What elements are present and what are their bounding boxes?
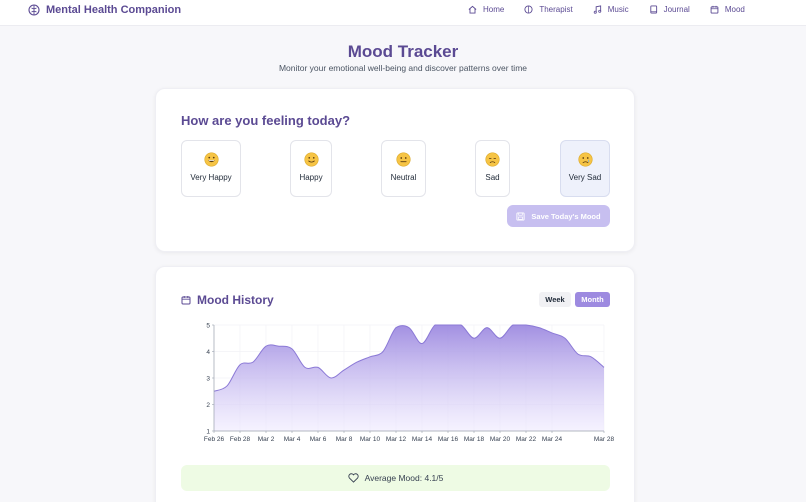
brand-title: Mental Health Companion	[46, 4, 182, 16]
brain-icon	[524, 5, 533, 14]
music-note-icon	[593, 5, 601, 14]
grinning-face-icon	[203, 152, 219, 167]
save-mood-button[interactable]: Save Today's Mood	[507, 205, 610, 227]
page-title: Mood Tracker	[347, 42, 459, 61]
nav-item-mood[interactable]: Mood	[710, 5, 745, 14]
pensive-face-icon	[485, 152, 500, 167]
nav-links: Home Therapist Music Journal Mood	[468, 5, 765, 14]
y-tick-label: 1	[206, 428, 210, 435]
x-tick-label: Mar 20	[490, 436, 511, 443]
x-tick-label: Mar 24	[542, 436, 563, 443]
mood-history-card: Mood History Week Month 1 2 3 4 5 Feb 26 Feb 2…	[155, 266, 635, 502]
x-tick-label: Mar 18	[464, 436, 485, 443]
mood-history-chart: 1 2 3 4 5 Feb 26 Feb 28 Mar 2 Mar 4 Mar 6 Mar 8 Mar…	[204, 322, 615, 443]
brand[interactable]: Mental Health Companion	[28, 4, 181, 16]
x-tick-label: Mar 14	[412, 436, 433, 443]
x-tick-label: Mar 22	[516, 436, 537, 443]
toggle-month-button[interactable]: Month	[575, 292, 610, 307]
slightly-smiling-face-icon	[303, 152, 319, 167]
y-tick-label: 4	[206, 349, 210, 356]
page-subtitle: Monitor your emotional well-being and di…	[278, 63, 528, 73]
mood-option-very-sad[interactable]: Very Sad	[560, 140, 610, 197]
book-icon	[649, 5, 657, 14]
y-tick-label: 2	[206, 402, 210, 409]
x-tick-label: Mar 6	[310, 436, 327, 443]
nav-item-label: Therapist	[539, 5, 573, 14]
nav-item-therapist[interactable]: Therapist	[524, 5, 573, 14]
mood-option-very-happy[interactable]: Very Happy	[181, 140, 241, 197]
brain-icon	[28, 4, 40, 16]
heart-icon	[348, 473, 359, 483]
mood-area	[214, 325, 604, 431]
navbar: Mental Health Companion Home Therapist M…	[0, 0, 806, 26]
average-mood-box: Average Mood: 4.1/5	[181, 465, 610, 491]
nav-item-label: Music	[607, 5, 629, 14]
mood-option-label: Happy	[299, 173, 323, 182]
mood-option-neutral[interactable]: Neutral	[381, 140, 426, 197]
toggle-week-button[interactable]: Week	[539, 292, 571, 307]
nav-item-home[interactable]: Home	[468, 5, 504, 14]
history-header: Mood History	[181, 293, 274, 307]
mood-picker-card: How are you feeling today? Very Happy Ha…	[155, 88, 635, 252]
x-tick-label: Feb 28	[230, 436, 251, 443]
mood-option-label: Very Sad	[568, 173, 602, 182]
x-tick-label: Mar 12	[386, 436, 407, 443]
x-tick-label: Mar 2	[258, 436, 275, 443]
neutral-face-icon	[396, 152, 411, 167]
y-tick-label: 5	[206, 322, 210, 329]
save-mood-label: Save Today's Mood	[531, 211, 601, 221]
nav-item-music[interactable]: Music	[593, 5, 629, 14]
crying-face-icon	[577, 152, 593, 167]
mood-question: How are you feeling today?	[181, 113, 351, 128]
nav-item-label: Home	[483, 5, 505, 14]
nav-item-journal[interactable]: Journal	[649, 5, 690, 14]
history-title: Mood History	[197, 293, 274, 307]
average-mood-text: Average Mood: 4.1/5	[364, 473, 444, 483]
x-tick-label: Mar 16	[438, 436, 459, 443]
x-tick-label: Mar 8	[336, 436, 353, 443]
nav-item-label: Mood	[724, 5, 745, 14]
x-tick-label: Mar 28	[594, 436, 615, 443]
mood-option-label: Sad	[485, 173, 500, 182]
y-tick-label: 3	[206, 375, 210, 382]
save-icon	[516, 211, 525, 221]
calendar-icon	[181, 296, 191, 305]
mood-option-label: Neutral	[390, 173, 417, 182]
x-tick-label: Feb 26	[204, 436, 225, 443]
nav-item-label: Journal	[663, 5, 690, 14]
mood-option-happy[interactable]: Happy	[290, 140, 332, 197]
mood-option-sad[interactable]: Sad	[475, 140, 510, 197]
x-tick-label: Mar 10	[360, 436, 381, 443]
x-tick-label: Mar 4	[284, 436, 301, 443]
calendar-icon	[710, 5, 719, 14]
home-icon	[468, 5, 477, 14]
mood-option-label: Very Happy	[190, 173, 232, 182]
